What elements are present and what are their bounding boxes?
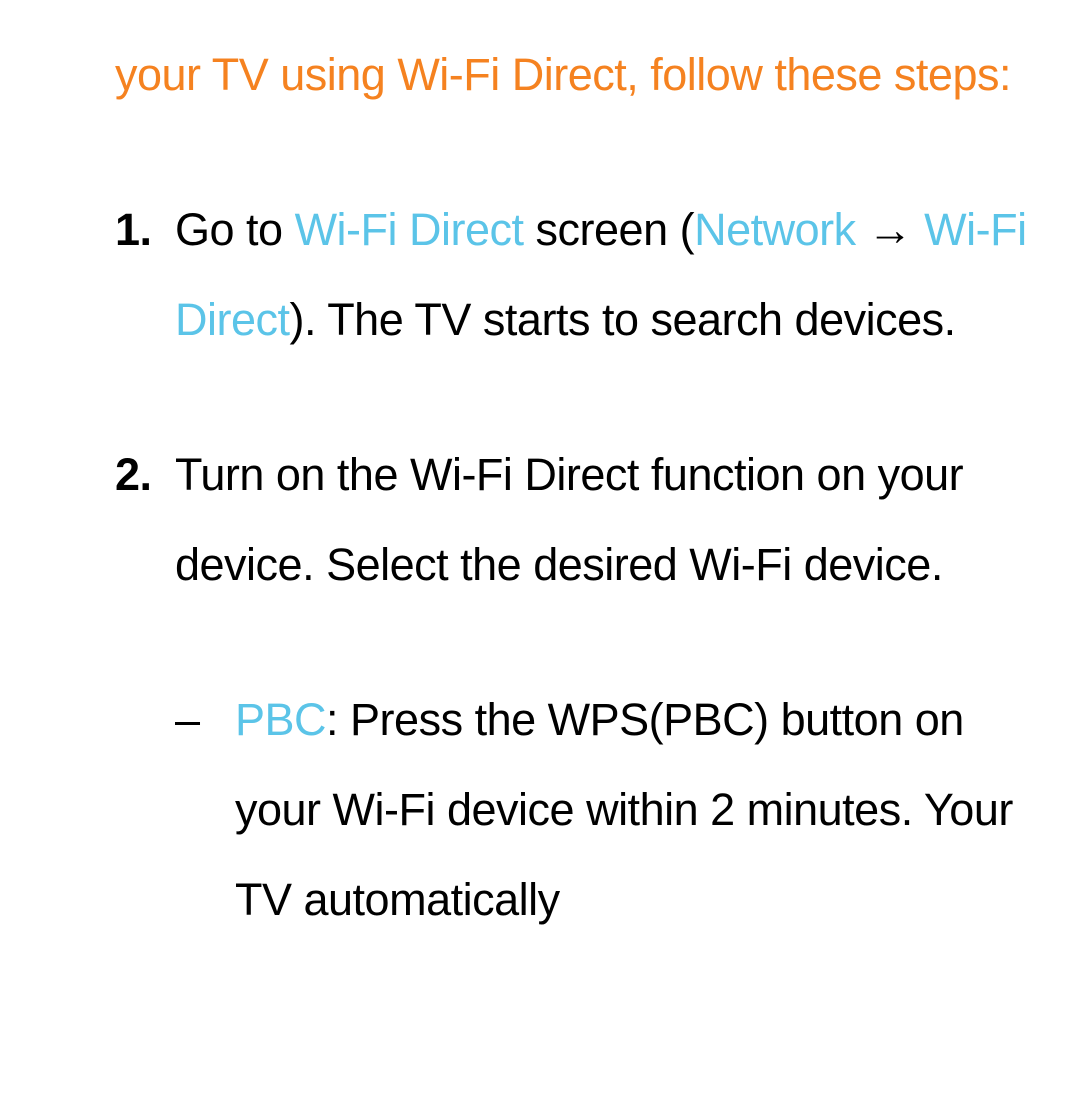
highlight-pbc: PBC bbox=[235, 694, 326, 745]
step-1: 1. Go to Wi-Fi Direct screen (Network → … bbox=[115, 185, 1030, 365]
document-body: your TV using Wi-Fi Direct, follow these… bbox=[0, 0, 1080, 945]
sub-text: PBC: Press the WPS(PBC) button on your W… bbox=[235, 694, 1013, 925]
step-text: Go to Wi-Fi Direct screen (Network → Wi-… bbox=[175, 204, 1027, 345]
intro-text: your TV using Wi-Fi Direct, follow these… bbox=[115, 30, 1030, 120]
sub-item-pbc: – PBC: Press the WPS(PBC) button on your… bbox=[115, 675, 1030, 945]
step-text: Turn on the Wi-Fi Direct function on you… bbox=[175, 449, 963, 590]
step-number: 2. bbox=[115, 430, 152, 520]
step-number: 1. bbox=[115, 185, 152, 275]
highlight-network: Network bbox=[694, 204, 856, 255]
highlight-wifi-direct: Wi-Fi Direct bbox=[295, 204, 524, 255]
step-2: 2. Turn on the Wi-Fi Direct function on … bbox=[115, 430, 1030, 610]
dash-icon: – bbox=[175, 675, 200, 765]
